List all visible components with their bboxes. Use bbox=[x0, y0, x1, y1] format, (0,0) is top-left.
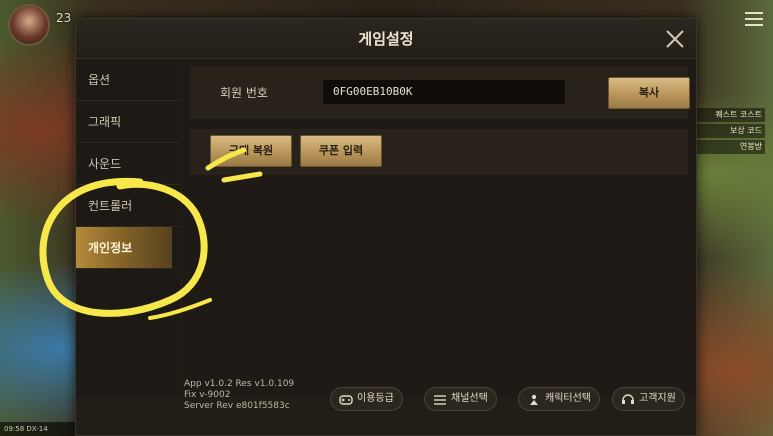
player-level: 23 bbox=[56, 11, 72, 25]
background-side-labels: 퀘스트 코스트 보상 코드 연봉방 bbox=[697, 108, 765, 156]
sidebar-item-privacy[interactable]: 개인정보 bbox=[76, 227, 172, 269]
sidebar-item-graphics[interactable]: 그래픽 bbox=[76, 101, 180, 143]
version-fix: Fix v-9002 bbox=[184, 390, 231, 400]
side-label: 연봉방 bbox=[697, 140, 765, 154]
coupon-entry-button[interactable]: 쿠폰 입력 bbox=[300, 135, 382, 167]
channel-select-label: 채널선택 bbox=[451, 393, 488, 404]
restore-purchase-button[interactable]: 구매 복원 bbox=[210, 135, 292, 167]
character-select-button[interactable]: 캐릭터선택 bbox=[518, 387, 600, 411]
settings-content: 회원 번호 0FG00EB10B0K 복사 구매 복원 쿠폰 입력 bbox=[182, 59, 696, 397]
customer-support-label: 고객지원 bbox=[639, 393, 676, 404]
member-number-field: 0FG00EB10B0K bbox=[322, 79, 566, 105]
age-rating-label: 이용등급 bbox=[357, 393, 394, 404]
sidebar-item-options[interactable]: 옵션 bbox=[76, 59, 180, 101]
version-server: Server Rev e801f5583c bbox=[184, 401, 290, 411]
settings-sidebar: 옵션 그래픽 사운드 컨트롤러 개인정보 bbox=[76, 59, 180, 397]
side-label: 퀘스트 코스트 bbox=[697, 108, 765, 122]
version-app: App v1.0.2 Res v1.0.109 bbox=[184, 379, 295, 389]
close-icon[interactable] bbox=[664, 28, 686, 50]
purchase-actions-row: 구매 복원 쿠폰 입력 bbox=[190, 129, 688, 175]
character-icon bbox=[527, 393, 541, 405]
list-icon bbox=[433, 393, 447, 405]
age-rating-button[interactable]: 이용등급 bbox=[330, 387, 403, 411]
dialog-title: 게임설정 bbox=[358, 30, 414, 48]
hamburger-menu-icon[interactable] bbox=[745, 12, 763, 26]
member-number-label: 회원 번호 bbox=[220, 86, 268, 100]
dialog-header: 게임설정 bbox=[76, 19, 696, 59]
member-number-row: 회원 번호 0FG00EB10B0K 복사 bbox=[190, 67, 690, 119]
copy-button[interactable]: 복사 bbox=[608, 77, 690, 109]
sidebar-item-sound[interactable]: 사운드 bbox=[76, 143, 180, 185]
version-info: App v1.0.2 Res v1.0.109 Fix v-9002 Serve… bbox=[184, 379, 294, 412]
character-select-label: 캐릭터선택 bbox=[545, 393, 591, 404]
channel-select-button[interactable]: 채널선택 bbox=[424, 387, 497, 411]
sidebar-item-controller[interactable]: 컨트롤러 bbox=[76, 185, 180, 227]
gamepad-icon bbox=[339, 393, 353, 405]
settings-dialog: 게임설정 옵션 그래픽 사운드 컨트롤러 개인정보 회원 번호 0FG00EB1… bbox=[75, 18, 697, 436]
side-label: 보상 코드 bbox=[697, 124, 765, 138]
customer-support-button[interactable]: 고객지원 bbox=[612, 387, 685, 411]
support-icon bbox=[621, 393, 635, 405]
player-avatar[interactable] bbox=[8, 4, 50, 46]
dialog-footer: App v1.0.2 Res v1.0.109 Fix v-9002 Serve… bbox=[180, 377, 698, 436]
